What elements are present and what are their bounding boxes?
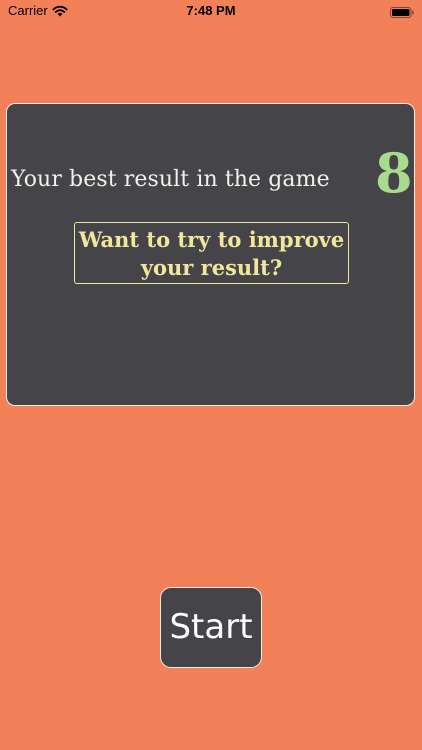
improve-prompt-line-2: your result? <box>140 255 283 280</box>
clock: 7:48 PM <box>186 3 236 18</box>
start-button[interactable]: Start <box>160 587 262 668</box>
improve-prompt-line-1: Want to try to improve <box>78 227 345 252</box>
best-result-label: Your best result in the game <box>11 167 330 192</box>
status-bar: Carrier 7:48 PM <box>0 0 422 22</box>
improve-prompt: Want to try to improve your result? <box>74 222 349 284</box>
battery-full-icon <box>390 5 414 18</box>
best-score: 8 <box>375 141 413 205</box>
best-result-card: Your best result in the game 8 Want to t… <box>6 103 415 406</box>
